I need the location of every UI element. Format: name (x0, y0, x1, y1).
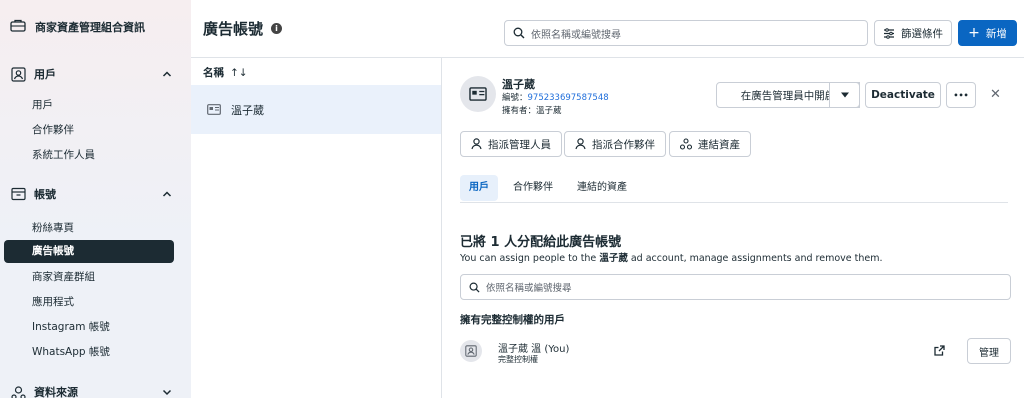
chevron-up-icon (162, 191, 172, 197)
ad-account-icon (207, 104, 221, 115)
business-info-label: 商家資產管理組合資訊 (35, 20, 145, 34)
connect-assets-label: 連結資產 (698, 138, 740, 151)
sidebar-item-asset-groups[interactable]: 商家資產群組 (32, 269, 95, 284)
search-icon (513, 27, 525, 39)
people-search-placeholder: 依照名稱或編號搜尋 (486, 283, 572, 294)
filter-sliders-icon (884, 27, 894, 39)
name-column-label: 名稱 (203, 67, 224, 79)
page-title: 廣告帳號 i (203, 18, 283, 39)
list-item-name: 溫子葳 (231, 103, 264, 117)
ad-account-id-link[interactable]: 975233697587548 (528, 93, 609, 103)
full-control-heading: 擁有完整控制權的用戶 (460, 314, 565, 326)
more-icon: ••• (953, 90, 969, 100)
sidebar-item-system-users[interactable]: 系統工作人員 (32, 147, 95, 162)
assigned-people-description: You can assign people to the 溫子葳 ad acco… (460, 250, 883, 264)
assign-admins-button[interactable]: 指派管理人員 (460, 131, 562, 157)
assigned-people-title: 已將 1 人分配給此廣告帳號 (460, 235, 622, 250)
ad-account-name: 溫子葳 (502, 78, 535, 91)
info-icon[interactable]: i (271, 23, 283, 34)
inbox-icon (10, 186, 26, 202)
ad-account-list: 名稱 ↑↓ 溫子葳 (191, 58, 442, 398)
sort-icon: ↑↓ (230, 66, 248, 79)
users-icon (10, 66, 26, 82)
add-button[interactable]: + 新增 (958, 20, 1017, 46)
assigned-desc-name: 溫子葳 (599, 253, 628, 264)
open-dropdown-button[interactable] (829, 82, 860, 108)
external-link-icon[interactable] (934, 345, 945, 356)
user-role: 完整控制權 (498, 355, 538, 364)
detail-tabs: 用戶 合作夥伴 連結的資產 (460, 175, 1008, 203)
sidebar-section-users-label: 用戶 (34, 68, 56, 81)
sidebar: 商家資產管理組合資訊 用戶 用戶 合作夥伴 系統工作人員 帳號 粉絲專頁 廣告帳… (0, 0, 191, 398)
tab-users[interactable]: 用戶 (460, 175, 498, 201)
ad-account-id-label: 編號： (502, 93, 528, 103)
detail-panel: 溫子葳 編號：975233697587548 擁有者：溫子葳 在廣告管理員中開啟… (442, 58, 1024, 398)
sidebar-section-accounts-label: 帳號 (34, 188, 56, 201)
business-info-link[interactable]: 商家資產管理組合資訊 (10, 18, 145, 35)
connect-nodes-icon (680, 138, 692, 150)
sidebar-item-instagram[interactable]: Instagram 帳號 (32, 319, 110, 334)
list-item[interactable]: 溫子葳 (191, 85, 441, 134)
chevron-up-icon (162, 71, 172, 77)
manage-button[interactable]: 管理 (967, 338, 1011, 364)
assigned-desc-prefix: You can assign people to the (460, 253, 600, 264)
sidebar-section-users[interactable]: 用戶 (10, 66, 173, 82)
sidebar-item-ad-accounts[interactable]: 廣告帳號 (4, 240, 174, 263)
ad-account-owner: 擁有者：溫子葳 (502, 106, 562, 116)
search-input[interactable]: 依照名稱或編號搜尋 (504, 20, 868, 46)
filter-button[interactable]: 篩選條件 (874, 20, 952, 46)
sidebar-section-data-sources[interactable]: 資料來源 (10, 384, 173, 398)
plus-icon: + (968, 25, 980, 41)
ad-account-id: 編號：975233697587548 (502, 91, 609, 103)
people-search-input[interactable]: 依照名稱或編號搜尋 (460, 274, 1011, 300)
filter-label: 篩選條件 (901, 27, 943, 40)
page-title-text: 廣告帳號 (203, 20, 264, 38)
user-badge-icon (465, 345, 477, 357)
search-placeholder: 依照名稱或編號搜尋 (531, 29, 621, 41)
open-in-ads-manager-label: 在廣告管理員中開啟 (740, 89, 836, 102)
sidebar-item-apps[interactable]: 應用程式 (32, 294, 74, 309)
ad-account-icon (469, 87, 487, 101)
tab-connected-assets[interactable]: 連結的資產 (568, 175, 636, 201)
deactivate-label: Deactivate (871, 89, 935, 101)
assign-admins-label: 指派管理人員 (488, 138, 551, 151)
assigned-desc-suffix: ad account, manage assignments and remov… (627, 253, 883, 264)
sidebar-section-accounts[interactable]: 帳號 (10, 186, 173, 202)
person-icon (471, 138, 482, 150)
name-column-header[interactable]: 名稱 ↑↓ (203, 65, 248, 80)
sidebar-item-whatsapp[interactable]: WhatsApp 帳號 (32, 344, 110, 359)
sidebar-item-partners[interactable]: 合作夥伴 (32, 122, 74, 137)
chevron-down-icon (162, 389, 172, 396)
sidebar-section-data-sources-label: 資料來源 (34, 386, 78, 398)
briefcase-icon (10, 18, 26, 35)
add-label: 新增 (985, 27, 1007, 40)
user-name: 溫子葳 溫 (You) (498, 344, 570, 355)
top-bar: 廣告帳號 i 依照名稱或編號搜尋 篩選條件 + 新增 (191, 0, 1024, 58)
sidebar-item-users[interactable]: 用戶 (32, 97, 53, 112)
ad-account-avatar (460, 76, 496, 112)
people-network-icon (10, 384, 26, 398)
tab-partners[interactable]: 合作夥伴 (504, 175, 562, 201)
caret-down-icon (840, 92, 849, 98)
person-icon (575, 138, 586, 150)
sidebar-item-pages[interactable]: 粉絲專頁 (32, 220, 74, 235)
more-options-button[interactable]: ••• (946, 82, 976, 108)
close-icon[interactable]: ✕ (990, 87, 1001, 102)
search-icon (469, 282, 480, 293)
assign-partners-button[interactable]: 指派合作夥伴 (564, 131, 666, 157)
connect-assets-button[interactable]: 連結資產 (669, 131, 751, 157)
assign-partners-label: 指派合作夥伴 (592, 138, 655, 151)
deactivate-button[interactable]: Deactivate (865, 82, 941, 108)
user-avatar (460, 340, 482, 362)
